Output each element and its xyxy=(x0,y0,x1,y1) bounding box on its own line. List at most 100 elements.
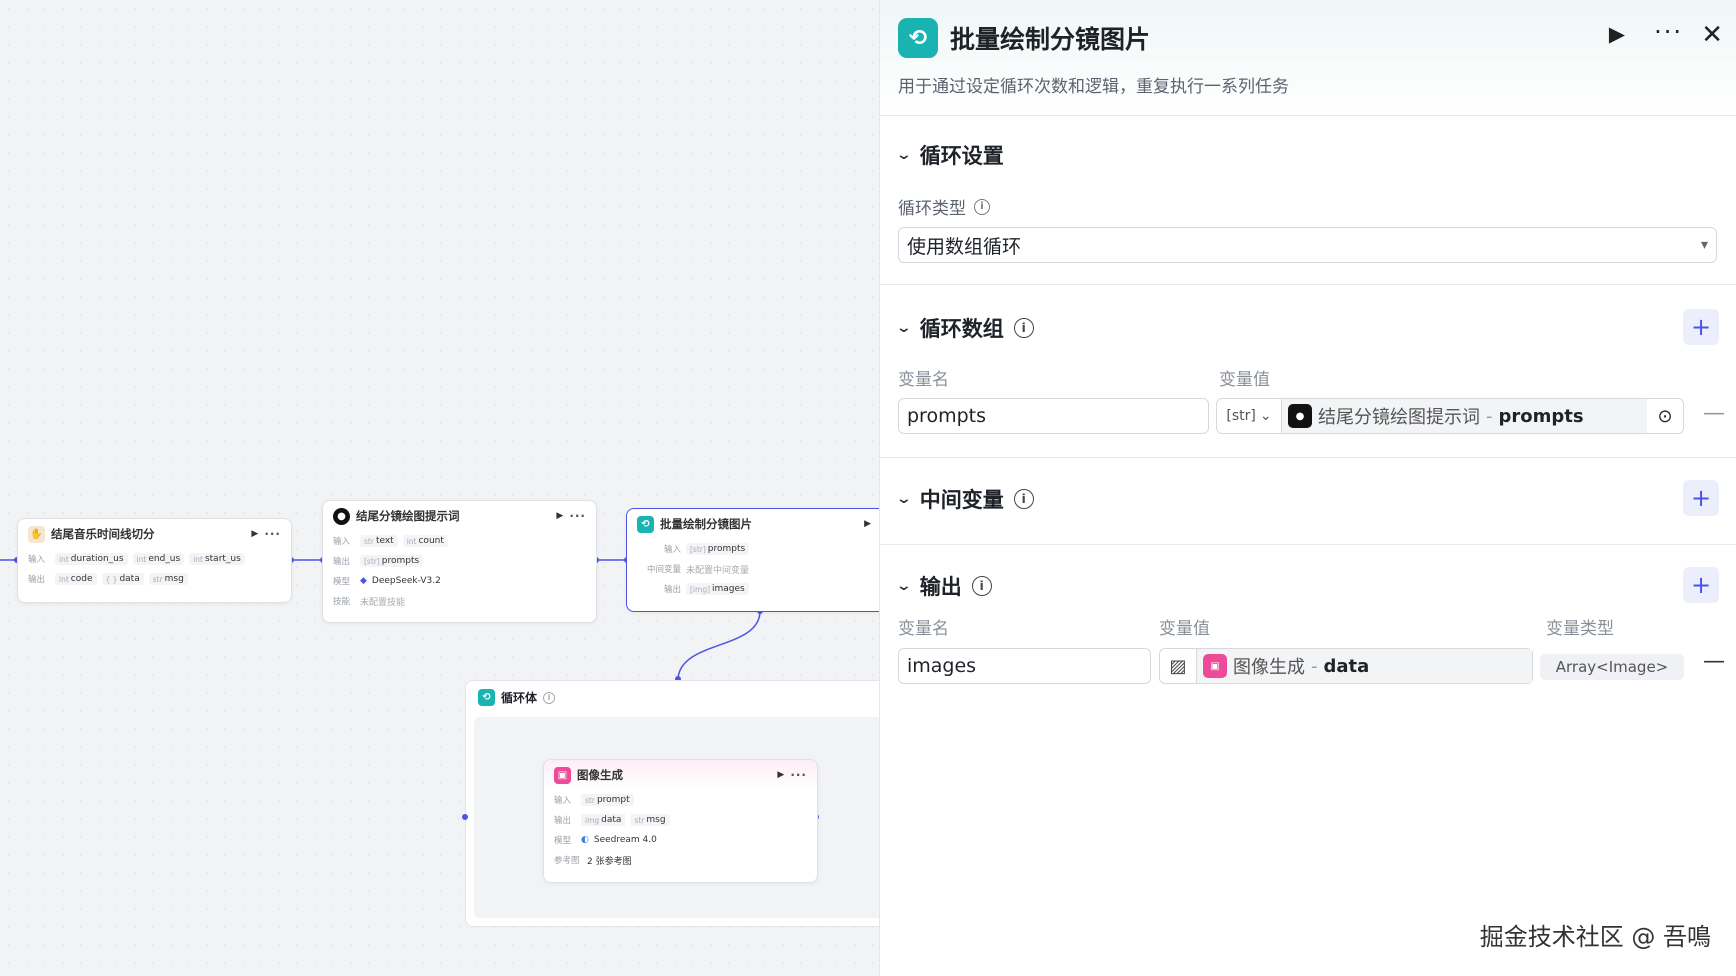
node-title: 结尾音乐时间线切分 xyxy=(51,527,155,541)
node-ending-prompt[interactable]: ● 结尾分镜绘图提示词 ▶ ··· 输入 str text int count 输出… xyxy=(322,500,597,623)
chevron-down-icon: ⌄ xyxy=(895,320,913,336)
play-icon[interactable]: ▶ xyxy=(864,519,871,529)
loop-icon: ⟲ xyxy=(637,515,654,533)
info-icon: i xyxy=(974,198,990,215)
col-var-type: 变量类型 xyxy=(1546,619,1614,639)
mid-value: 未配置中间变量 xyxy=(686,565,750,576)
section-header[interactable]: ⌄ 循环数组 i xyxy=(895,313,1034,343)
col-var-name: 变量名 xyxy=(898,619,949,639)
section-header[interactable]: ⌄ 中间变量 i xyxy=(895,484,1034,514)
section-loop-settings: ⌄ 循环设置 循环类型 i 使用数组循环 ▾ xyxy=(880,116,1736,285)
output-type-badge: Array<Image> xyxy=(1540,654,1684,680)
port-dot[interactable] xyxy=(462,814,468,820)
info-icon: i xyxy=(1013,318,1034,338)
image-gen-icon: ▣ xyxy=(1203,654,1227,678)
var-tag: { } data xyxy=(101,573,144,585)
section-output: ⌄ 输出 i + 变量名 变量值 变量类型 images ▨ ▣ 图像生成 - … xyxy=(880,545,1736,745)
run-button[interactable]: ▶ xyxy=(1609,22,1625,46)
chevron-down-icon: ⌄ xyxy=(895,147,913,163)
col-var-name: 变量名 xyxy=(898,370,949,390)
var-tag: [str] prompts xyxy=(686,543,750,555)
row-label: 输出 xyxy=(554,816,572,826)
workflow-canvas[interactable]: ✋ 结尾音乐时间线切分 ▶ ··· 输入 int duration_us int e… xyxy=(0,0,887,976)
row-label: 模型 xyxy=(333,577,351,587)
row-label: 输出 xyxy=(28,575,46,585)
var-tag: [str] prompts xyxy=(360,555,424,567)
node-title: 结尾分镜绘图提示词 xyxy=(356,509,460,523)
add-mid-var-button[interactable]: + xyxy=(1683,480,1719,516)
section-header[interactable]: ⌄ 输出 i xyxy=(895,571,992,601)
row-label: 输入 xyxy=(28,555,46,565)
row-label: 中间变量 xyxy=(646,565,681,575)
type-select[interactable]: [str] ⌄ xyxy=(1217,399,1282,433)
section-mid-vars: ⌄ 中间变量 i + xyxy=(880,458,1736,545)
remove-row-button[interactable]: — xyxy=(1703,401,1725,426)
chevron-down-icon: ▾ xyxy=(1700,237,1708,253)
remove-row-button[interactable]: — xyxy=(1703,649,1725,674)
loop-type-select[interactable]: 使用数组循环 ▾ xyxy=(898,227,1717,263)
more-icon[interactable]: ··· xyxy=(569,509,586,523)
node-music-timeline[interactable]: ✋ 结尾音乐时间线切分 ▶ ··· 输入 int duration_us int e… xyxy=(17,518,292,603)
loop-icon: ⟲ xyxy=(478,689,495,706)
add-loop-array-button[interactable]: + xyxy=(1683,309,1719,345)
chevron-down-icon: ⌄ xyxy=(895,491,913,507)
var-tag: int count xyxy=(402,535,448,547)
col-var-value: 变量值 xyxy=(1159,619,1210,639)
var-tag: [img] images xyxy=(686,583,749,595)
ref-chip[interactable]: ● 结尾分镜绘图提示词 - prompts xyxy=(1282,399,1647,433)
var-tag: int duration_us xyxy=(55,553,128,565)
var-tag: str msg xyxy=(630,814,670,826)
col-var-value: 变量值 xyxy=(1219,370,1270,390)
output-name-input[interactable]: images xyxy=(898,648,1151,684)
ref-value: 2 张参考图 xyxy=(587,856,632,867)
chevron-down-icon: ⌄ xyxy=(895,578,913,594)
image-icon[interactable]: ▨ xyxy=(1160,649,1197,683)
node-title: 批量绘制分镜图片 xyxy=(660,517,752,531)
more-icon[interactable]: ··· xyxy=(1654,18,1683,46)
play-icon[interactable]: ▶ xyxy=(251,529,258,539)
panel-description: 用于通过设定循环次数和逻辑，重复执行一系列任务 xyxy=(898,77,1289,97)
var-tag: str msg xyxy=(148,573,188,585)
section-header[interactable]: ⌄ 循环设置 xyxy=(895,140,1004,170)
more-icon[interactable]: ··· xyxy=(264,527,281,541)
loop-type-label: 循环类型 i xyxy=(898,194,990,219)
model-name: Seedream 4.0 xyxy=(593,835,657,845)
node-image-gen[interactable]: ▣ 图像生成 ▶ ··· 输入 str prompt 输出 img data str… xyxy=(543,759,818,883)
row-label: 技能 xyxy=(333,597,351,607)
row-label: 输入 xyxy=(333,537,351,547)
var-tag: str prompt xyxy=(581,794,634,806)
info-icon: i xyxy=(1013,489,1034,509)
add-output-button[interactable]: + xyxy=(1683,567,1719,603)
loop-icon: ⟲ xyxy=(898,18,938,58)
panel-header: ⟲ 批量绘制分镜图片 用于通过设定循环次数和逻辑，重复执行一系列任务 ▶ ···… xyxy=(880,0,1736,116)
model-icon: ◐ xyxy=(581,835,589,845)
play-icon[interactable]: ▶ xyxy=(556,511,563,521)
var-value-field[interactable]: [str] ⌄ ● 结尾分镜绘图提示词 - prompts ⊙ xyxy=(1216,398,1684,434)
var-tag: int code xyxy=(55,573,97,585)
row-label: 输出 xyxy=(333,557,351,567)
panel-title[interactable]: 批量绘制分镜图片 xyxy=(950,20,1150,56)
ai-model-icon: ● xyxy=(1288,404,1312,428)
close-icon[interactable]: ✕ xyxy=(1701,20,1723,50)
row-label: 输出 xyxy=(663,585,681,595)
loop-title: 循环体 xyxy=(501,691,538,705)
watermark: 掘金技术社区 @ 吾鳴 xyxy=(1479,923,1711,951)
more-icon[interactable]: ··· xyxy=(790,768,807,782)
skill-value: 未配置技能 xyxy=(360,597,406,608)
var-tag: int start_us xyxy=(189,553,245,565)
var-name-input[interactable]: prompts xyxy=(898,398,1209,434)
ref-chip[interactable]: ▣ 图像生成 - data xyxy=(1197,649,1532,683)
node-settings-panel: ⟲ 批量绘制分镜图片 用于通过设定循环次数和逻辑，重复执行一系列任务 ▶ ···… xyxy=(879,0,1736,976)
info-icon: i xyxy=(543,691,556,704)
handshake-icon: ✋ xyxy=(28,525,45,543)
reference-icon[interactable]: ⊙ xyxy=(1647,406,1683,427)
var-tag: img data xyxy=(581,814,626,826)
node-batch-images[interactable]: ⟲ 批量绘制分镜图片 ▶ 输入 [str] prompts 中间变量 未配置中间变… xyxy=(626,508,881,612)
play-icon[interactable]: ▶ xyxy=(777,770,784,780)
section-loop-array: ⌄ 循环数组 i + 变量名 变量值 prompts [str] ⌄ ● 结尾分镜… xyxy=(880,285,1736,458)
image-icon: ▣ xyxy=(554,766,571,784)
row-label: 参考图 xyxy=(554,856,580,866)
ai-model-icon: ● xyxy=(333,507,350,525)
output-value-field[interactable]: ▨ ▣ 图像生成 - data xyxy=(1159,648,1533,684)
model-name: DeepSeek-V3.2 xyxy=(371,576,441,586)
